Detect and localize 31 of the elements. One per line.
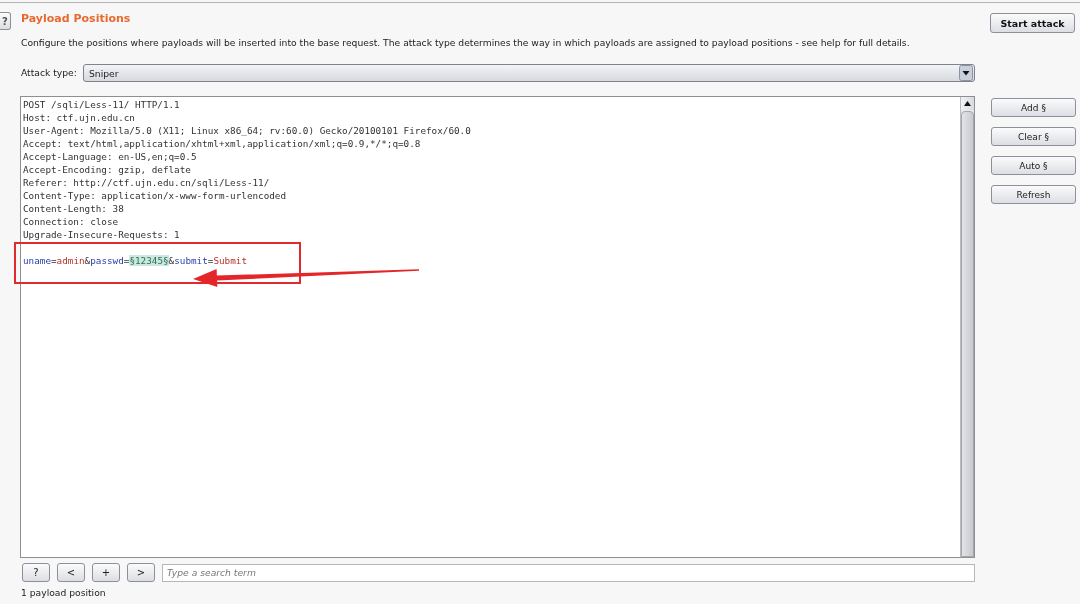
refresh-button[interactable]: Refresh xyxy=(991,185,1076,204)
attack-type-dropdown[interactable]: Sniper xyxy=(83,64,975,82)
attack-type-label: Attack type: xyxy=(21,67,78,79)
next-button[interactable]: > xyxy=(127,563,155,582)
header-line: Content-Type: application/x-www-form-urlencoded xyxy=(23,189,287,202)
help-button[interactable]: ? xyxy=(22,563,50,582)
header-line: Accept: text/html,application/xhtml+xml,application/xml;q=0.9,*/*;q=0.8 xyxy=(23,137,421,150)
header-line: Content-Length: 38 xyxy=(23,202,124,215)
start-attack-button[interactable]: Start attack xyxy=(990,13,1075,33)
search-field[interactable]: Type a search term xyxy=(162,563,975,582)
header-line: Referer: http://ctf.ujn.edu.cn/sqli/Less-11/ xyxy=(23,176,270,189)
payload-count-text: 1 payload position xyxy=(21,587,106,599)
options-button[interactable]: + xyxy=(92,563,120,582)
caret-icon xyxy=(959,65,973,81)
previous-button[interactable]: < xyxy=(57,563,85,582)
clear-markers-button[interactable]: Clear § xyxy=(991,127,1076,146)
arrow-up-icon xyxy=(964,101,971,106)
scroll-up-button[interactable] xyxy=(961,97,974,110)
auto-markers-button[interactable]: Auto § xyxy=(991,156,1076,175)
header-line: Accept-Language: en-US,en;q=0.5 xyxy=(23,150,197,163)
request-line: POST /sqli/Less-11/ HTTP/1.1 xyxy=(23,98,180,111)
header-line: User-Agent: Mozilla/5.0 (X11; Linux x86_64; rv:60.0) Gecko/20100101 Firefox/60.0 xyxy=(23,124,471,137)
header-line: Connection: close xyxy=(23,215,119,228)
request-body-line: uname=admin&passwd=§12345§&submit=Submit xyxy=(23,254,247,267)
header-line: Host: ctf.ujn.edu.cn xyxy=(23,111,135,124)
panel-title: Payload Positions xyxy=(21,12,131,26)
help-button[interactable]: ? xyxy=(0,12,11,30)
header-line: Accept-Encoding: gzip, deflate xyxy=(23,163,191,176)
header-line: Upgrade-Insecure-Requests: 1 xyxy=(23,228,180,241)
description-text: Configure the positions where payloads will be inserted into the base request. The attack type determines the way in which payloads are assigned to payload positions - see help for full details. xyxy=(21,37,911,49)
add-marker-button[interactable]: Add § xyxy=(991,98,1076,117)
